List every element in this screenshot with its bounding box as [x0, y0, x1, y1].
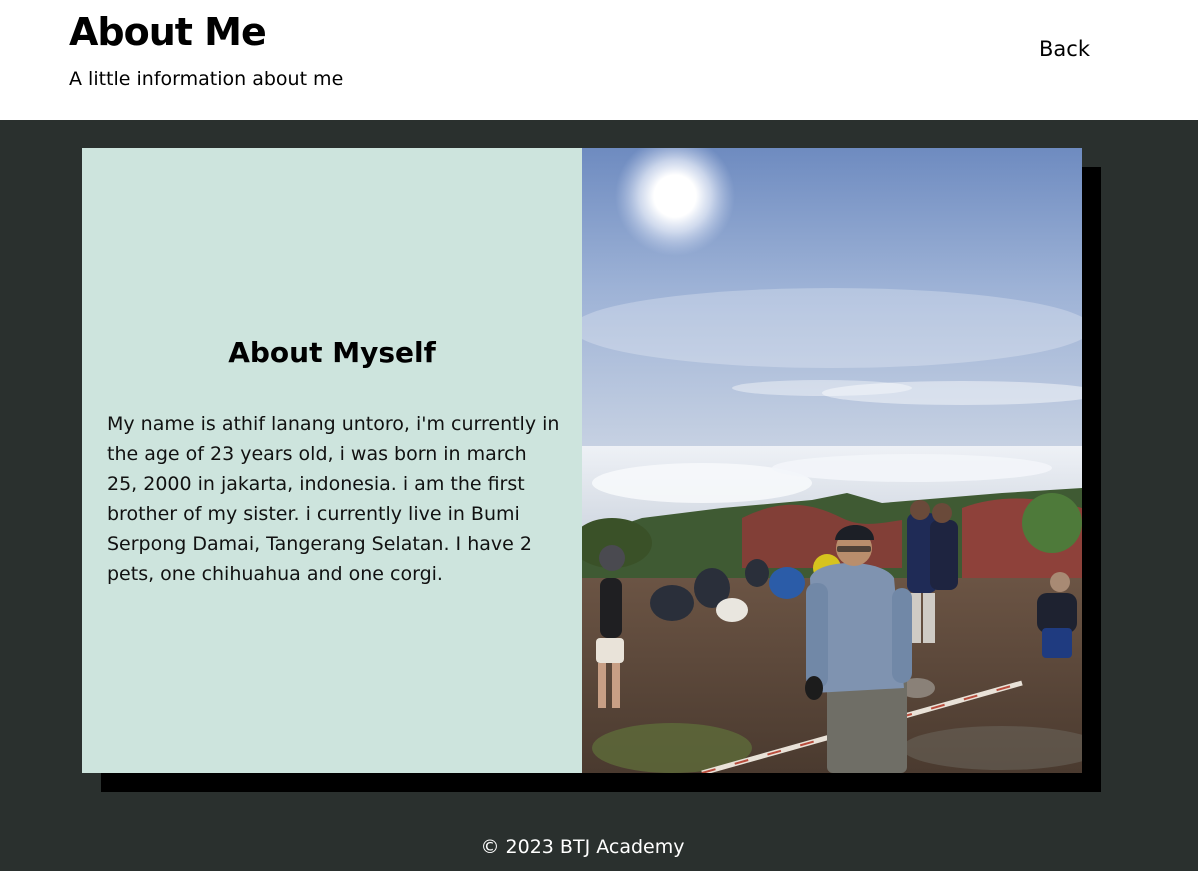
page-subtitle: A little information about me [69, 68, 344, 90]
profile-photo [582, 148, 1082, 773]
about-text-panel: About Myself My name is athif lanang unt… [82, 148, 582, 773]
footer-copyright: © 2023 BTJ Academy [480, 836, 685, 858]
bio-paragraph: My name is athif lanang untoro, i'm curr… [107, 413, 560, 585]
section-heading: About Myself [228, 336, 436, 369]
about-card: About Myself My name is athif lanang unt… [82, 148, 1082, 773]
back-link[interactable]: Back [1039, 37, 1090, 61]
page-title: About Me [69, 10, 267, 54]
site-header: About Me A little information about me B… [0, 0, 1198, 120]
